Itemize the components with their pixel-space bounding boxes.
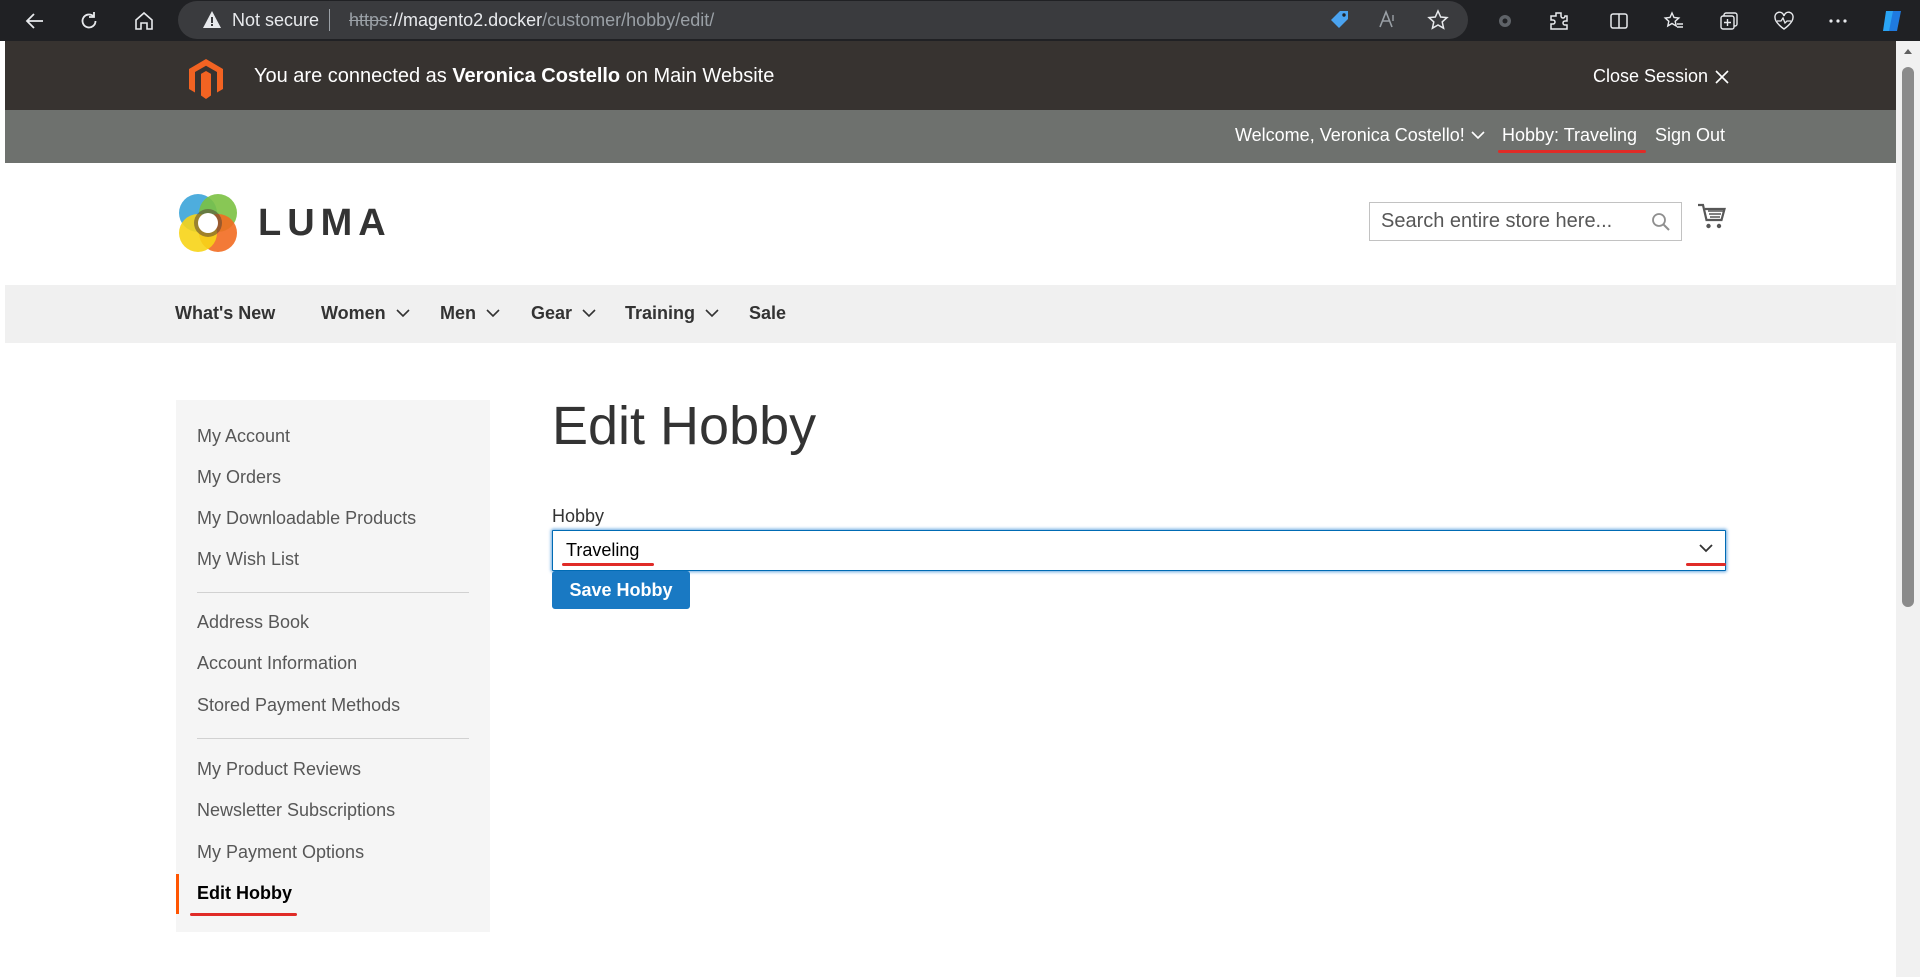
annotation-underline bbox=[1498, 150, 1646, 153]
hobby-select[interactable]: Traveling bbox=[552, 530, 1726, 571]
session-customer-name: Veronica Costello bbox=[452, 65, 621, 87]
back-icon[interactable] bbox=[19, 5, 51, 37]
sidebar-item-product-reviews[interactable]: My Product Reviews bbox=[197, 759, 361, 780]
hobby-link[interactable]: Hobby: Traveling bbox=[1502, 125, 1637, 146]
page-title: Edit Hobby bbox=[552, 396, 817, 456]
session-suffix: on Main Website bbox=[625, 65, 775, 87]
more-menu-icon[interactable] bbox=[1824, 7, 1852, 35]
address-bar[interactable]: Not secure https://magento2.docker/custo… bbox=[178, 1, 1468, 39]
extension-gear-icon[interactable] bbox=[1491, 7, 1519, 35]
url-text[interactable]: https://magento2.docker/customer/hobby/e… bbox=[349, 10, 714, 31]
close-session-label: Close Session bbox=[1593, 66, 1709, 86]
main-navigation: What's New Women Men Gear Training Sale bbox=[5, 285, 1896, 343]
chevron-down-icon bbox=[582, 309, 596, 318]
sidebar-item-stored-payment-methods[interactable]: Stored Payment Methods bbox=[197, 695, 400, 716]
sidebar-divider bbox=[197, 592, 469, 593]
cart-icon[interactable] bbox=[1697, 203, 1727, 231]
nav-item-training[interactable]: Training bbox=[625, 303, 719, 324]
hobby-select-value: Traveling bbox=[566, 540, 640, 560]
address-separator bbox=[329, 9, 330, 31]
sidebar-item-wish-list[interactable]: My Wish List bbox=[197, 549, 299, 570]
scroll-up-icon[interactable] bbox=[1896, 41, 1920, 61]
customer-welcome-menu[interactable]: Welcome, Veronica Costello! bbox=[1235, 125, 1485, 146]
favorites-icon[interactable] bbox=[1660, 7, 1688, 35]
account-sidebar: My Account My Orders My Downloadable Pro… bbox=[176, 400, 490, 932]
close-icon bbox=[1715, 69, 1729, 84]
nav-item-whats-new[interactable]: What's New bbox=[175, 303, 275, 324]
price-tag-icon[interactable] bbox=[1326, 6, 1354, 34]
sign-out-link[interactable]: Sign Out bbox=[1655, 125, 1725, 146]
nav-item-label: Sale bbox=[749, 303, 787, 323]
favorite-star-icon[interactable] bbox=[1424, 6, 1452, 34]
annotation-underline bbox=[190, 913, 297, 916]
extensions-icon[interactable] bbox=[1545, 7, 1573, 35]
sidebar-item-edit-hobby[interactable]: Edit Hobby bbox=[197, 883, 292, 904]
sidebar-item-newsletter-subscriptions[interactable]: Newsletter Subscriptions bbox=[197, 800, 395, 821]
nav-item-label: Women bbox=[321, 303, 386, 323]
sidebar-item-account-information[interactable]: Account Information bbox=[197, 653, 357, 674]
search-input[interactable] bbox=[1370, 203, 1640, 240]
login-as-customer-bar: You are connected as Veronica Costello o… bbox=[5, 41, 1896, 110]
annotation-underline bbox=[1686, 563, 1726, 566]
nav-item-men[interactable]: Men bbox=[440, 303, 500, 324]
browser-health-icon[interactable] bbox=[1770, 7, 1798, 35]
nav-item-gear[interactable]: Gear bbox=[531, 303, 596, 324]
sidebar-item-address-book[interactable]: Address Book bbox=[197, 612, 309, 633]
split-screen-icon[interactable] bbox=[1605, 7, 1633, 35]
active-item-indicator bbox=[176, 874, 179, 914]
sidebar-item-downloadable-products[interactable]: My Downloadable Products bbox=[197, 508, 416, 529]
session-prefix: You are connected as bbox=[254, 65, 447, 87]
search-box[interactable] bbox=[1369, 202, 1682, 241]
search-icon[interactable] bbox=[1651, 212, 1671, 232]
hobby-field-label: Hobby bbox=[552, 506, 605, 526]
annotation-underline bbox=[562, 563, 654, 566]
panel-header: Welcome, Veronica Costello! Hobby: Trave… bbox=[5, 110, 1896, 163]
copilot-icon[interactable] bbox=[1878, 7, 1906, 35]
url-path: /customer/hobby/edit/ bbox=[542, 10, 715, 30]
collections-icon[interactable] bbox=[1715, 7, 1743, 35]
home-icon[interactable] bbox=[128, 5, 160, 37]
luma-logo[interactable]: LUMA bbox=[176, 191, 392, 255]
nav-item-label: What's New bbox=[175, 303, 276, 323]
nav-item-label: Training bbox=[625, 303, 696, 323]
url-host: ://magento2.docker bbox=[388, 10, 543, 30]
close-session-button[interactable]: Close Session bbox=[1593, 66, 1730, 87]
nav-item-label: Men bbox=[440, 303, 476, 323]
read-aloud-icon[interactable] bbox=[1374, 6, 1402, 34]
sidebar-item-payment-options[interactable]: My Payment Options bbox=[197, 842, 364, 863]
page-scrollbar[interactable] bbox=[1896, 41, 1920, 977]
reload-icon[interactable] bbox=[73, 5, 105, 37]
sidebar-divider bbox=[197, 738, 469, 739]
chevron-down-icon bbox=[1471, 131, 1485, 140]
session-message: You are connected as Veronica Costello o… bbox=[254, 65, 774, 88]
nav-item-label: Gear bbox=[531, 303, 573, 323]
chevron-down-icon bbox=[396, 309, 410, 318]
save-hobby-button[interactable]: Save Hobby bbox=[552, 571, 690, 609]
nav-item-women[interactable]: Women bbox=[321, 303, 410, 324]
nav-item-sale[interactable]: Sale bbox=[749, 303, 786, 324]
chevron-down-icon bbox=[705, 309, 719, 318]
chevron-down-icon bbox=[1699, 544, 1713, 553]
browser-toolbar: Not secure https://magento2.docker/custo… bbox=[0, 0, 1920, 41]
logo-text: LUMA bbox=[258, 201, 392, 244]
url-scheme: https bbox=[349, 10, 389, 30]
sidebar-item-my-orders[interactable]: My Orders bbox=[197, 467, 281, 488]
sidebar-item-my-account[interactable]: My Account bbox=[197, 426, 290, 447]
welcome-text: Welcome, Veronica Costello! bbox=[1235, 125, 1465, 145]
luma-logo-icon bbox=[179, 194, 237, 252]
scrollbar-thumb[interactable] bbox=[1902, 67, 1914, 607]
security-status[interactable]: Not secure bbox=[232, 10, 319, 31]
chevron-down-icon bbox=[486, 309, 500, 318]
magento-logo-icon bbox=[188, 58, 224, 100]
warning-icon bbox=[202, 10, 222, 29]
